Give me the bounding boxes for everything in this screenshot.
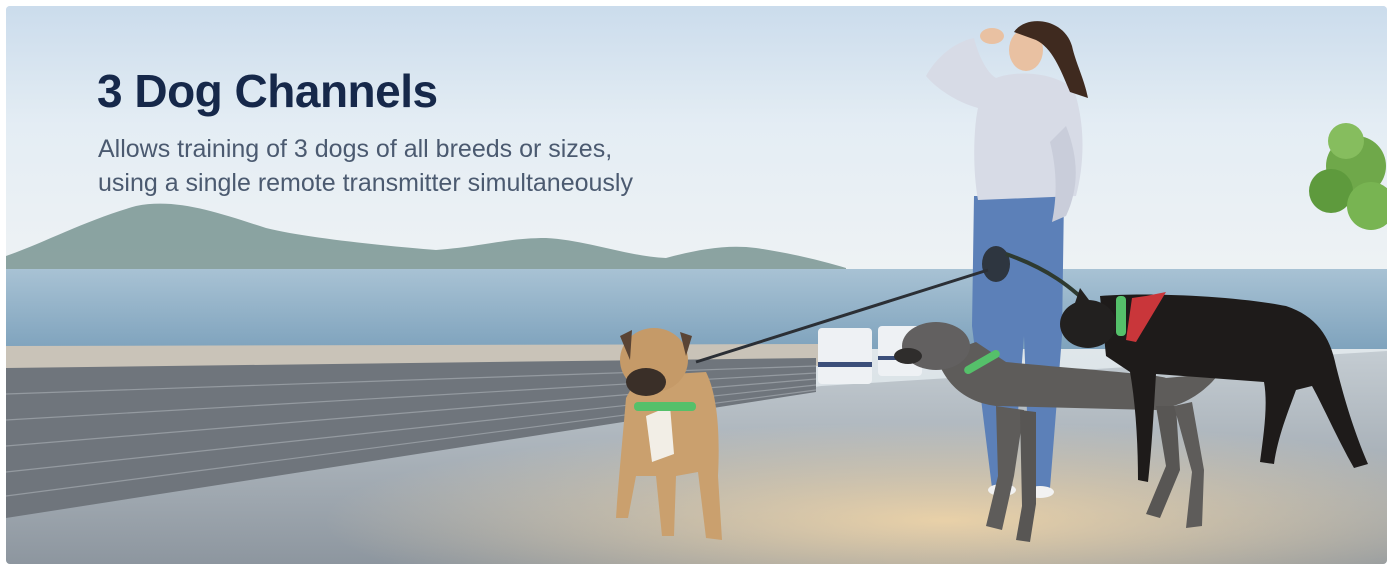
feature-description-line: Allows training of 3 dogs of all breeds … — [98, 135, 613, 163]
feature-description: Allows training of 3 dogs of all breeds … — [98, 132, 738, 200]
gps-collar — [1116, 296, 1126, 336]
feature-description-line: using a single remote transmitter simult… — [98, 169, 633, 197]
gps-collar — [634, 402, 696, 411]
feature-banner: 3 Dog Channels Allows training of 3 dogs… — [6, 6, 1387, 564]
bollard — [818, 328, 872, 384]
feature-title: 3 Dog Channels — [97, 65, 438, 117]
